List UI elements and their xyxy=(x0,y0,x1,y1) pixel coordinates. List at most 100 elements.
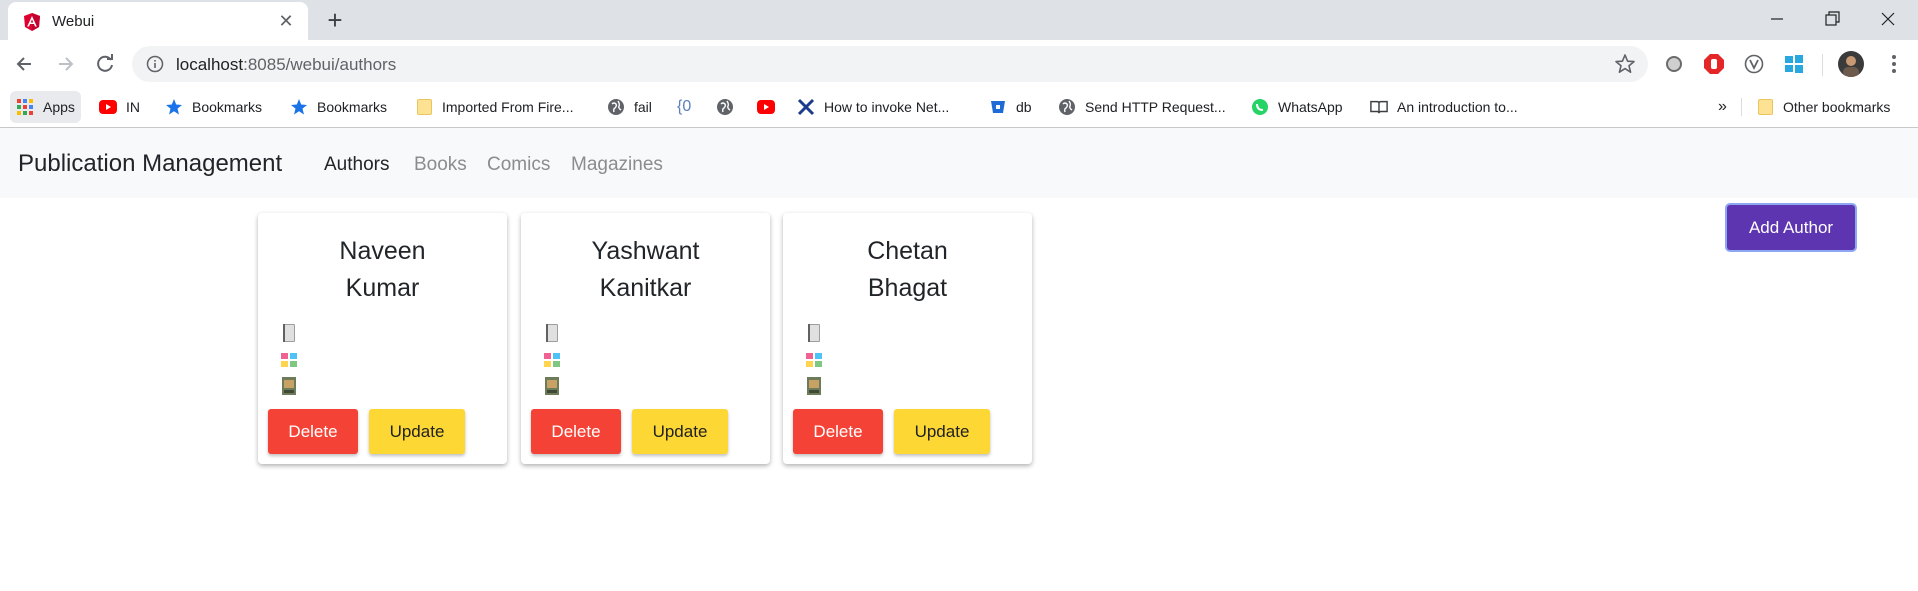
back-icon[interactable] xyxy=(11,50,39,78)
add-author-button[interactable]: Add Author xyxy=(1727,205,1855,250)
star-icon xyxy=(290,98,308,116)
bookmark-apps[interactable]: Apps xyxy=(10,91,81,123)
nav-comics[interactable]: Comics xyxy=(487,154,550,176)
bookmark-youtube[interactable] xyxy=(757,88,784,126)
bookmark-fail[interactable]: fail xyxy=(607,88,652,126)
folder-icon xyxy=(1756,98,1774,116)
comic-icon xyxy=(281,353,297,367)
author-first-name: Chetan xyxy=(867,237,948,265)
whatsapp-icon xyxy=(1251,98,1269,116)
browser-toolbar: localhost:8085/webui/authors xyxy=(0,40,1918,88)
bookmarks-bar: Apps IN Bookmarks Bookmarks Imported Fro… xyxy=(0,88,1918,128)
bookmark-bookmarks-1[interactable]: Bookmarks xyxy=(165,88,262,126)
bookmark-label: fail xyxy=(634,99,652,115)
code-icon: {0 xyxy=(677,98,692,115)
toolbar-divider xyxy=(1822,54,1823,76)
url-host: localhost xyxy=(176,55,244,74)
url-text: localhost:8085/webui/authors xyxy=(176,55,396,75)
globe-icon xyxy=(607,98,625,116)
apps-grid-icon xyxy=(16,98,34,116)
browser-tab[interactable]: Webui ✕ xyxy=(8,2,308,40)
author-last-name: Bhagat xyxy=(867,274,948,302)
close-window-icon[interactable] xyxy=(1868,6,1908,32)
forward-icon[interactable] xyxy=(51,50,79,78)
angular-logo-icon xyxy=(24,13,40,31)
browser-tab-strip: Webui ✕ + xyxy=(0,0,1918,40)
author-card: Yashwant Kanitkar Delete Update xyxy=(521,213,770,464)
nav-magazines[interactable]: Magazines xyxy=(571,154,663,176)
author-name: Naveen Kumar xyxy=(288,233,477,307)
magazine-icon xyxy=(807,377,821,395)
bookmark-imported[interactable]: Imported From Fire... xyxy=(415,88,573,126)
bookmark-label: Send HTTP Request... xyxy=(1085,99,1226,115)
delete-button[interactable]: Delete xyxy=(268,409,358,454)
bookmark-label: Bookmarks xyxy=(192,99,263,115)
magazine-icon xyxy=(545,377,559,395)
book-icon xyxy=(283,324,295,342)
address-bar[interactable]: localhost:8085/webui/authors xyxy=(132,46,1648,82)
minimize-icon[interactable] xyxy=(1757,6,1797,32)
extension-circle-icon[interactable] xyxy=(1663,53,1685,75)
restore-icon[interactable] xyxy=(1812,6,1852,32)
bookmark-label: IN xyxy=(126,99,140,115)
book-icon xyxy=(546,324,558,342)
vpn-extension-icon[interactable] xyxy=(1743,53,1765,75)
author-last-name: Kumar xyxy=(345,274,420,302)
magazine-icon xyxy=(282,377,296,395)
bookmark-json[interactable]: {0 xyxy=(677,88,691,126)
delete-button[interactable]: Delete xyxy=(531,409,621,454)
x-logo-icon xyxy=(797,98,815,116)
bookmark-label: An introduction to... xyxy=(1397,99,1518,115)
bookmark-label: db xyxy=(1016,99,1032,115)
comic-icon xyxy=(806,353,822,367)
update-button[interactable]: Update xyxy=(632,409,728,454)
bookmark-invoke-net[interactable]: How to invoke Net... xyxy=(797,88,949,126)
bookmark-label: Imported From Fire... xyxy=(442,99,574,115)
bookmark-bookmarks-2[interactable]: Bookmarks xyxy=(290,88,387,126)
profile-avatar[interactable] xyxy=(1838,51,1864,77)
bookmarks-divider xyxy=(1741,98,1742,116)
book-icon xyxy=(1370,98,1388,116)
tab-close-icon[interactable]: ✕ xyxy=(276,11,296,31)
author-card: Naveen Kumar Delete Update xyxy=(258,213,507,464)
menu-kebab-icon[interactable] xyxy=(1880,50,1908,78)
comic-icon xyxy=(544,353,560,367)
reload-icon[interactable] xyxy=(91,50,119,78)
bookmark-label: Other bookmarks xyxy=(1783,99,1891,115)
new-tab-button[interactable]: + xyxy=(322,7,348,34)
author-first-name: Naveen xyxy=(339,237,426,265)
bitbucket-icon xyxy=(989,98,1007,116)
youtube-icon xyxy=(757,98,775,116)
nav-books[interactable]: Books xyxy=(414,154,467,176)
bookmark-star-icon[interactable] xyxy=(1614,53,1636,75)
author-first-name: Yashwant xyxy=(591,237,700,265)
star-icon xyxy=(165,98,183,116)
bookmark-in[interactable]: IN xyxy=(99,88,140,126)
delete-button[interactable]: Delete xyxy=(793,409,883,454)
url-path: :8085/webui/authors xyxy=(243,55,397,74)
app-brand[interactable]: Publication Management xyxy=(18,150,282,178)
adblock-icon[interactable] xyxy=(1703,53,1725,75)
globe-icon xyxy=(716,98,734,116)
update-button[interactable]: Update xyxy=(369,409,465,454)
bookmark-whatsapp[interactable]: WhatsApp xyxy=(1251,88,1343,126)
bookmark-db[interactable]: db xyxy=(989,88,1032,126)
nav-authors[interactable]: Authors xyxy=(324,154,389,176)
info-icon[interactable] xyxy=(146,55,164,73)
bookmark-send-http[interactable]: Send HTTP Request... xyxy=(1058,88,1226,126)
author-last-name: Kanitkar xyxy=(599,274,692,302)
bookmark-label: Bookmarks xyxy=(317,99,388,115)
bookmarks-overflow-button[interactable]: » xyxy=(1718,88,1727,126)
app-navbar: Publication Management Authors Books Com… xyxy=(0,128,1918,198)
bookmark-globe[interactable] xyxy=(716,88,743,126)
bookmark-introduction[interactable]: An introduction to... xyxy=(1370,88,1518,126)
update-button[interactable]: Update xyxy=(894,409,990,454)
globe-icon xyxy=(1058,98,1076,116)
author-name: Chetan Bhagat xyxy=(813,233,1002,307)
tab-title: Webui xyxy=(52,13,95,30)
bookmark-label: Apps xyxy=(43,99,75,115)
book-icon xyxy=(808,324,820,342)
bookmark-other-bookmarks[interactable]: Other bookmarks xyxy=(1756,88,1890,126)
folder-icon xyxy=(415,98,433,116)
windows-extension-icon[interactable] xyxy=(1783,53,1805,75)
